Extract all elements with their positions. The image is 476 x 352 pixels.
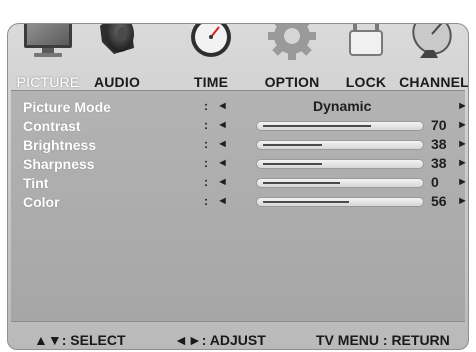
slider-fill <box>263 144 322 146</box>
return-hint: TV MENU : RETURN <box>316 332 450 348</box>
right-arrow-icon[interactable]: ► <box>457 157 468 169</box>
right-arrow-icon[interactable]: ► <box>457 176 468 188</box>
left-arrow-icon[interactable]: ◄ <box>217 176 228 188</box>
right-arrow-icon[interactable]: ► <box>457 119 468 131</box>
right-arrow-icon[interactable]: ► <box>457 138 468 150</box>
setting-label: Picture Mode <box>23 99 111 115</box>
separator: : <box>204 137 208 151</box>
contrast-slider[interactable] <box>256 121 424 131</box>
key-hint-bar: ▲▼: SELECT ◄►: ADJUST TV MENU : RETURN <box>8 324 468 349</box>
adjust-hint: ◄►: ADJUST <box>174 332 266 348</box>
tab-label: PICTURE <box>16 74 80 90</box>
left-arrow-icon[interactable]: ◄ <box>217 195 228 207</box>
sharpness-slider[interactable] <box>256 159 424 169</box>
right-arrow-icon[interactable]: ► <box>457 195 468 207</box>
separator: : <box>204 99 208 113</box>
satellite-dish-icon <box>412 24 452 58</box>
picture-settings-panel: Picture Mode : ◄ Dynamic ► Contrast : ◄ … <box>11 90 468 322</box>
color-slider[interactable] <box>256 197 424 207</box>
slider-fill <box>263 201 349 203</box>
stopwatch-icon <box>191 24 231 57</box>
select-hint: ▲▼: SELECT <box>34 332 126 348</box>
separator: : <box>204 156 208 170</box>
speaker-icon <box>100 24 134 54</box>
tab-label: TIME <box>193 74 229 90</box>
setting-row-picture-mode[interactable]: Picture Mode : ◄ Dynamic ► <box>11 98 468 118</box>
separator: : <box>204 118 208 132</box>
gear-icon <box>268 24 316 60</box>
left-arrow-icon[interactable]: ◄ <box>217 157 228 169</box>
setting-label: Brightness <box>23 137 97 153</box>
setting-value: 56 <box>431 193 447 209</box>
setting-value: 38 <box>431 155 447 171</box>
setting-label: Color <box>23 194 60 210</box>
slider-fill <box>263 125 371 127</box>
setting-row-sharpness[interactable]: Sharpness : ◄ 38 ► <box>11 155 468 175</box>
tint-slider[interactable] <box>256 178 424 188</box>
right-arrow-icon[interactable]: ► <box>457 100 468 112</box>
slider-fill <box>263 182 340 184</box>
setting-row-brightness[interactable]: Brightness : ◄ 38 ► <box>11 136 468 156</box>
setting-row-tint[interactable]: Tint : ◄ 0 ► <box>11 174 468 194</box>
separator: : <box>204 194 208 208</box>
setting-row-contrast[interactable]: Contrast : ◄ 70 ► <box>11 117 468 137</box>
separator: : <box>204 175 208 189</box>
setting-label: Sharpness <box>23 156 95 172</box>
picture-mode-value: Dynamic <box>313 98 372 114</box>
tv-osd-menu: PICTURE AUDIO TIME OPTION LOCK CHANNEL P… <box>7 23 469 350</box>
tab-label: LOCK <box>345 74 387 90</box>
setting-value: 38 <box>431 136 447 152</box>
slider-fill <box>263 163 322 165</box>
tab-label: CHANNEL <box>399 74 469 90</box>
setting-label: Contrast <box>23 118 81 134</box>
setting-value: 70 <box>431 117 447 133</box>
left-arrow-icon[interactable]: ◄ <box>217 138 228 150</box>
setting-row-color[interactable]: Color : ◄ 56 ► <box>11 193 468 213</box>
setting-value: 0 <box>431 174 439 190</box>
tab-label: AUDIO <box>93 74 141 90</box>
tab-label: OPTION <box>264 74 320 90</box>
left-arrow-icon[interactable]: ◄ <box>217 100 228 112</box>
brightness-slider[interactable] <box>256 140 424 150</box>
left-arrow-icon[interactable]: ◄ <box>217 119 228 131</box>
setting-label: Tint <box>23 175 49 191</box>
monitor-icon <box>24 24 72 57</box>
padlock-icon <box>349 24 383 56</box>
